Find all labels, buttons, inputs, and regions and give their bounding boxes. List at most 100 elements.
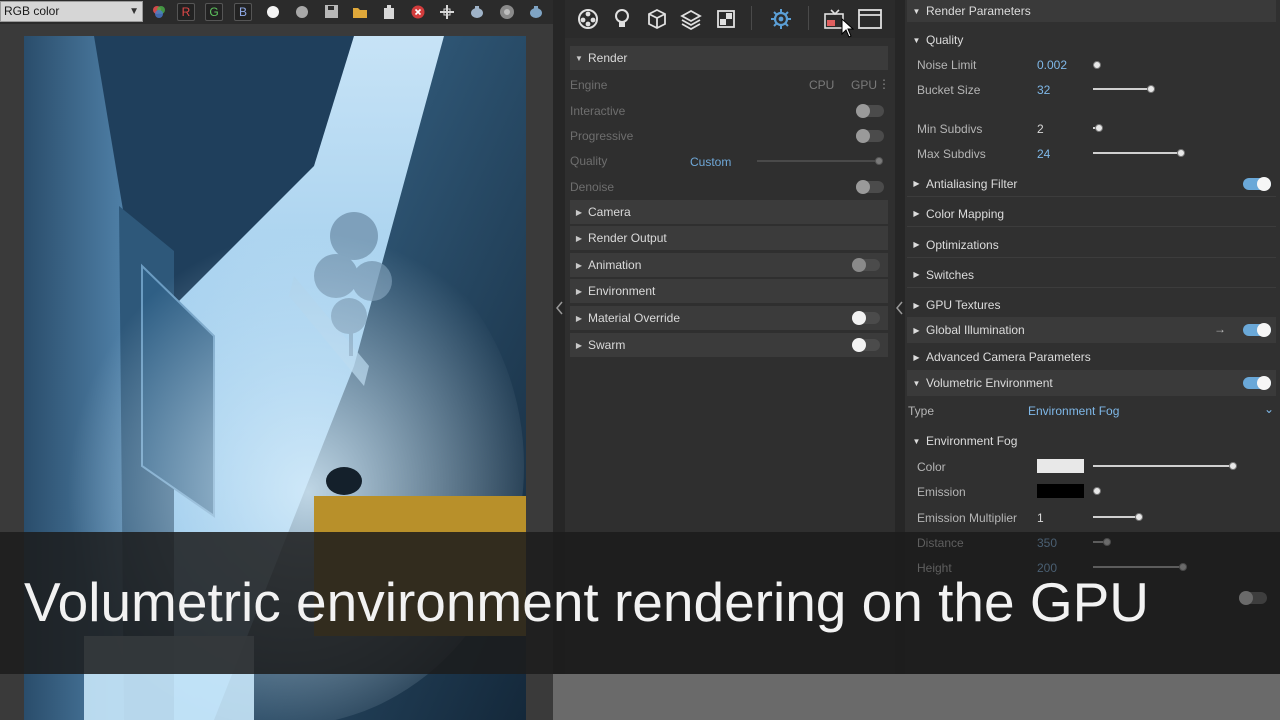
emission-slider[interactable]: [1093, 487, 1101, 495]
slider-handle[interactable]: [1229, 462, 1237, 470]
animation-section[interactable]: ▶ Animation: [570, 253, 888, 277]
green-channel-button[interactable]: G: [205, 3, 223, 21]
toggle-knob: [856, 180, 870, 194]
white-dot-icon[interactable]: [264, 3, 282, 21]
advanced-camera-label: Advanced Camera Parameters: [926, 350, 1091, 364]
volumetric-environment-section[interactable]: ▼ Volumetric Environment: [907, 370, 1276, 396]
camera-section[interactable]: ▶ Camera: [570, 200, 888, 224]
faded-toggle[interactable]: [1239, 591, 1267, 605]
frame-buffer-icon[interactable]: [857, 6, 883, 32]
save-icon[interactable]: [323, 3, 341, 21]
emission-multiplier-value[interactable]: 1: [1037, 511, 1044, 525]
textures-icon[interactable]: [713, 6, 739, 32]
render-section-header[interactable]: ▼ Render: [570, 46, 888, 70]
interactive-toggle[interactable]: [856, 104, 884, 118]
red-channel-button[interactable]: R: [177, 3, 195, 21]
slider-handle[interactable]: [875, 157, 883, 165]
optimizations-section[interactable]: ▶ Optimizations: [907, 232, 1276, 258]
interactive-render-icon[interactable]: [527, 3, 545, 21]
render-section-label: Render: [588, 51, 628, 65]
fog-color-slider[interactable]: [1093, 462, 1237, 470]
animation-toggle[interactable]: [852, 258, 880, 272]
denoise-toggle[interactable]: [856, 180, 884, 194]
antialiasing-filter-section[interactable]: ▶ Antialiasing Filter: [907, 171, 1276, 197]
geometry-icon[interactable]: [644, 6, 670, 32]
layers-icon[interactable]: [678, 6, 704, 32]
open-folder-icon[interactable]: [351, 3, 369, 21]
expand-triangle-icon: ▶: [575, 313, 583, 323]
quality-group-header[interactable]: ▼ Quality: [907, 27, 1276, 53]
quality-slider[interactable]: [757, 157, 883, 165]
toggle-knob: [1257, 177, 1271, 191]
engine-gpu-option[interactable]: GPU: [851, 78, 877, 92]
material-override-toggle[interactable]: [852, 311, 880, 325]
slider-handle[interactable]: [1179, 563, 1187, 571]
emission-multiplier-label: Emission Multiplier: [917, 511, 1018, 525]
progressive-toggle[interactable]: [856, 129, 884, 143]
slider-handle[interactable]: [1135, 513, 1143, 521]
slider-handle[interactable]: [1093, 487, 1101, 495]
antialiasing-toggle[interactable]: [1243, 177, 1271, 191]
render-output-section[interactable]: ▶ Render Output: [570, 226, 888, 250]
min-subdivs-value[interactable]: 2: [1037, 122, 1044, 136]
min-subdivs-slider[interactable]: [1093, 124, 1103, 132]
more-options-icon[interactable]: ⋮: [878, 77, 890, 91]
color-channels-icon[interactable]: [150, 3, 168, 21]
type-dropdown-value[interactable]: Environment Fog: [1028, 404, 1119, 418]
blue-channel-button[interactable]: B: [234, 3, 252, 21]
bucket-size-value[interactable]: 32: [1037, 83, 1050, 97]
advanced-camera-section[interactable]: ▶ Advanced Camera Parameters: [907, 344, 1276, 370]
mono-dot-icon[interactable]: [293, 3, 311, 21]
height-slider[interactable]: [1093, 563, 1187, 571]
max-subdivs-slider[interactable]: [1093, 149, 1185, 157]
fog-color-swatch[interactable]: [1037, 459, 1084, 473]
emission-multiplier-slider[interactable]: [1093, 513, 1143, 521]
slider-handle[interactable]: [1103, 538, 1111, 546]
noise-limit-slider[interactable]: [1093, 61, 1101, 69]
channel-select[interactable]: RGB color ▼: [0, 1, 143, 22]
swarm-section[interactable]: ▶ Swarm: [570, 333, 888, 357]
volumetric-environment-toggle[interactable]: [1243, 376, 1271, 390]
noise-limit-value[interactable]: 0.002: [1037, 58, 1067, 72]
bucket-size-slider[interactable]: [1093, 85, 1155, 93]
clear-image-icon[interactable]: [380, 3, 398, 21]
gpu-textures-label: GPU Textures: [926, 298, 1001, 312]
environment-section[interactable]: ▶ Environment: [570, 279, 888, 303]
engine-row: Engine: [570, 73, 888, 97]
lights-icon[interactable]: [609, 6, 635, 32]
distance-label: Distance: [917, 536, 964, 550]
max-subdivs-value[interactable]: 24: [1037, 147, 1050, 161]
link-arrow-icon[interactable]: →: [1214, 322, 1226, 336]
material-override-section[interactable]: ▶ Material Override: [570, 306, 888, 330]
gpu-textures-section[interactable]: ▶ GPU Textures: [907, 292, 1276, 318]
quality-value[interactable]: Custom: [690, 155, 731, 169]
toggle-knob: [852, 258, 866, 272]
global-illumination-toggle[interactable]: [1243, 323, 1271, 337]
distance-slider[interactable]: [1093, 538, 1111, 546]
environment-fog-group-header[interactable]: ▼ Environment Fog: [907, 428, 1276, 454]
render-parameters-header[interactable]: ▼ Render Parameters: [907, 0, 1276, 22]
expand-triangle-icon: ▶: [575, 260, 583, 270]
toggle-knob: [856, 129, 870, 143]
emission-color-swatch[interactable]: [1037, 484, 1084, 498]
slider-handle[interactable]: [1147, 85, 1155, 93]
vfb-toolbar: RGB color ▼ R G B: [0, 0, 553, 24]
progressive-row: Progressive: [570, 124, 888, 148]
switches-section[interactable]: ▶ Switches: [907, 262, 1276, 288]
settings-gear-icon[interactable]: [768, 6, 794, 32]
slider-handle[interactable]: [1177, 149, 1185, 157]
color-mapping-label: Color Mapping: [926, 206, 1005, 221]
slider-handle[interactable]: [1093, 61, 1101, 69]
distance-value[interactable]: 350: [1037, 536, 1057, 550]
teapot-render-icon[interactable]: [468, 3, 486, 21]
swarm-toggle[interactable]: [852, 338, 880, 352]
materials-icon[interactable]: [575, 6, 601, 32]
color-mapping-section[interactable]: ▶ Color Mapping: [907, 201, 1276, 227]
denoise-label: Denoise: [570, 180, 615, 194]
slider-handle[interactable]: [1095, 124, 1103, 132]
render-settings-icon[interactable]: [498, 3, 516, 21]
stop-render-icon[interactable]: [409, 3, 427, 21]
chevron-down-icon[interactable]: ⌄: [1264, 402, 1274, 416]
region-render-icon[interactable]: [438, 3, 456, 21]
engine-cpu-option[interactable]: CPU: [809, 78, 834, 92]
